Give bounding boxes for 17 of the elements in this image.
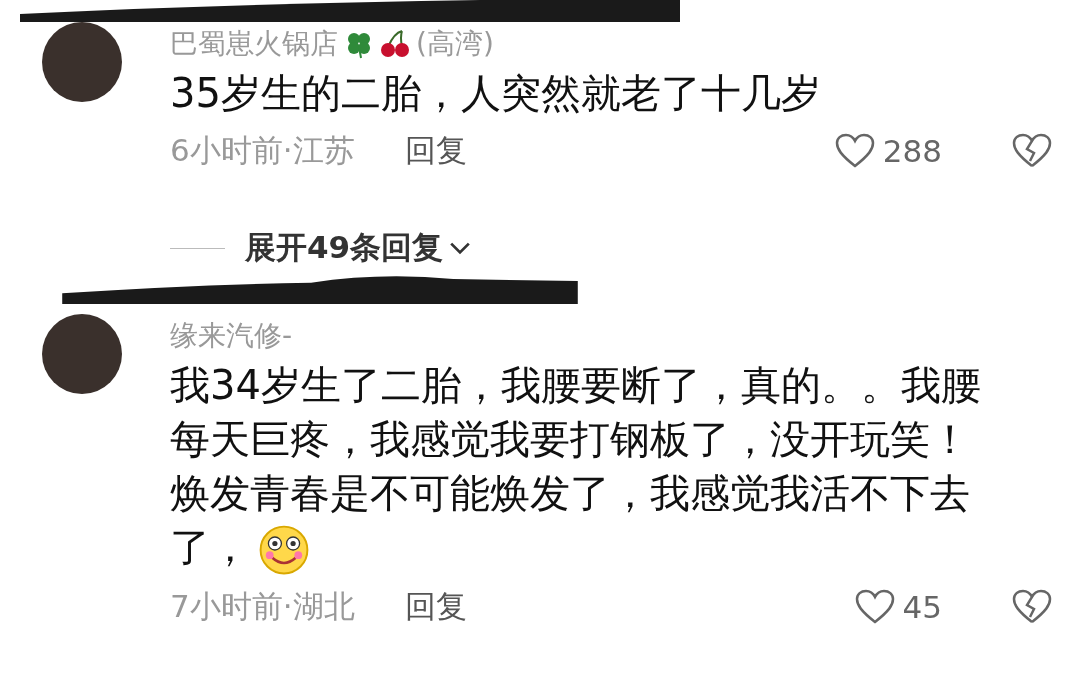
- like-button[interactable]: 45: [854, 589, 942, 625]
- broken-heart-icon[interactable]: [1012, 133, 1052, 169]
- like-button[interactable]: 288: [834, 133, 942, 169]
- smiley-icon: [258, 524, 310, 576]
- reply-button[interactable]: 回复: [404, 586, 467, 628]
- timestamp: 7小时前·湖北: [170, 587, 355, 626]
- cherry-icon: [380, 29, 410, 59]
- timestamp: 6小时前·江苏: [170, 131, 355, 170]
- chevron-down-icon: [449, 241, 472, 255]
- comment-text: 我34岁生了二胎，我腰要断了，真的。。我腰每天巨疼，我感觉我要打钢板了，没开玩笑！焕发青春是不可能焕发了，我感觉我活不下去了，: [170, 358, 1000, 576]
- heart-icon: [854, 589, 895, 625]
- reply-button[interactable]: 回复: [404, 130, 467, 172]
- expand-replies-button[interactable]: 展开49条回复: [245, 227, 472, 269]
- comment-text: 35岁生的二胎，人突然就老了十几岁: [170, 69, 822, 118]
- broken-heart-icon[interactable]: [1012, 589, 1052, 625]
- user-tag: (高湾): [416, 25, 494, 63]
- heart-icon: [834, 133, 875, 169]
